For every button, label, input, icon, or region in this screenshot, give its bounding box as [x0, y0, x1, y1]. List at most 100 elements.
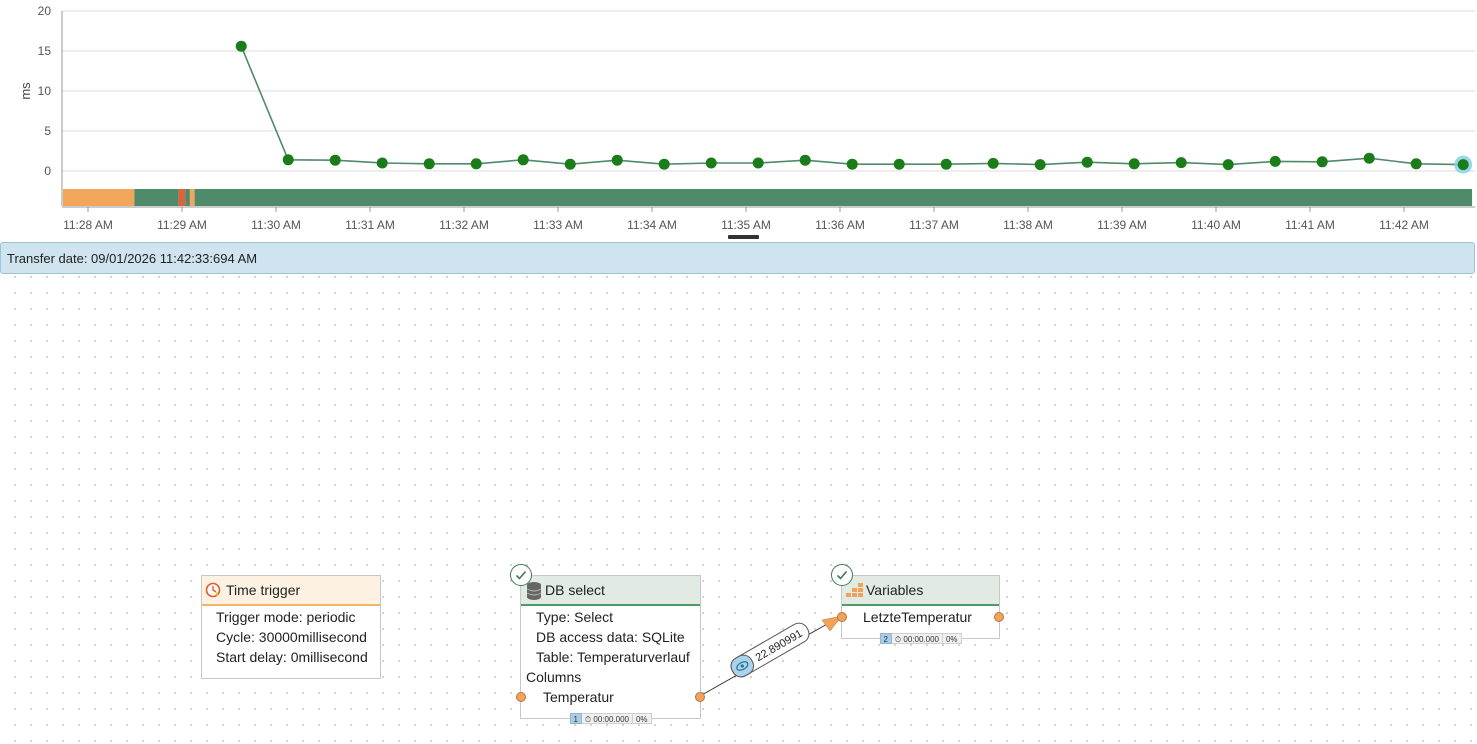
- selected-data-point[interactable]: [1457, 159, 1469, 171]
- data-point[interactable]: [329, 154, 341, 166]
- data-point[interactable]: [1269, 155, 1281, 167]
- trigger-mode-row: Trigger mode: periodic: [216, 609, 356, 625]
- data-point[interactable]: [1363, 152, 1375, 164]
- x-tick-label: 11:28 AM: [63, 218, 113, 232]
- check-circle-icon: [836, 570, 848, 580]
- data-point[interactable]: [1175, 157, 1187, 169]
- data-point[interactable]: [940, 158, 952, 170]
- data-point[interactable]: [1034, 159, 1046, 171]
- db-select-header[interactable]: DB select: [521, 576, 700, 606]
- y-tick-label: 5: [44, 124, 51, 138]
- data-point[interactable]: [846, 158, 858, 170]
- chart-series: [240, 45, 1464, 166]
- db-type-row: Type: Select: [536, 609, 614, 625]
- db-access-row: DB access data: SQLite: [536, 629, 685, 645]
- data-point[interactable]: [282, 154, 294, 166]
- x-tick-label: 11:32 AM: [439, 218, 489, 232]
- data-point[interactable]: [658, 158, 670, 170]
- db-select-exec-count: 1: [569, 713, 582, 724]
- data-point[interactable]: [987, 157, 999, 169]
- variables-stats: 2 ⏱ 00:00.000 0%: [879, 633, 962, 644]
- status-strip-segment: [178, 189, 186, 206]
- db-select-output-port[interactable]: [695, 692, 705, 702]
- data-point[interactable]: [517, 154, 529, 166]
- check-circle-icon: [515, 570, 527, 580]
- db-select-input-port[interactable]: [516, 692, 526, 702]
- variables-title: Variables: [866, 582, 924, 598]
- clock-trigger-icon: [205, 582, 221, 598]
- variables-input-port[interactable]: [837, 612, 847, 622]
- column-temperatur: Temperatur: [543, 689, 614, 705]
- db-select-exec-time-cell: ⏱ 00:00.000: [581, 713, 633, 724]
- x-tick-label: 11:37 AM: [909, 218, 959, 232]
- data-point[interactable]: [799, 154, 811, 166]
- chart-scroll-handle[interactable]: [728, 235, 759, 239]
- edge-value-badge: 22.890991: [730, 622, 810, 678]
- flow-canvas[interactable]: 22.890991 Time trigger Trigger mode: per…: [0, 275, 1477, 744]
- data-point[interactable]: [1128, 158, 1140, 170]
- data-point[interactable]: [1410, 158, 1422, 170]
- db-select-status-badge: [510, 564, 532, 586]
- chart-points: [235, 40, 1473, 174]
- data-point[interactable]: [423, 158, 435, 170]
- x-tick-label: 11:31 AM: [345, 218, 395, 232]
- transfer-date-bar: Transfer date: 09/01/2026 11:42:33:694 A…: [0, 242, 1475, 274]
- chart-svg: 20 15 10 5 0 11:28 AM 11:29 AM 11:30 AM 11:31 A…: [18, 4, 1475, 239]
- y-tick-label: 0: [44, 164, 51, 178]
- data-point[interactable]: [752, 157, 764, 169]
- db-select-node[interactable]: DB select Type: Select DB access data: S…: [510, 564, 705, 724]
- x-tick-label: 11:29 AM: [157, 218, 207, 232]
- data-point[interactable]: [470, 158, 482, 170]
- db-select-title: DB select: [545, 582, 605, 598]
- x-tick-label: 11:34 AM: [627, 218, 677, 232]
- data-point[interactable]: [893, 158, 905, 170]
- y-tick-label: 20: [38, 4, 52, 18]
- x-tick-labels: 11:28 AM 11:29 AM 11:30 AM 11:31 AM 11:32 AM…: [63, 207, 1429, 232]
- data-point[interactable]: [611, 154, 623, 166]
- db-table-row: Table: Temperaturverlauf: [536, 649, 690, 665]
- variables-exec-percent: 0%: [942, 633, 962, 644]
- variables-exec-time: 00:00.000: [903, 635, 939, 644]
- status-strip-segment: [63, 189, 135, 206]
- variables-output-port[interactable]: [994, 612, 1004, 622]
- time-trigger-node[interactable]: Time trigger Trigger mode: periodic Cycl…: [201, 575, 381, 679]
- variable-letzte-temperatur: LetzteTemperatur: [863, 609, 972, 625]
- data-point[interactable]: [1316, 156, 1328, 168]
- y-axis-label: ms: [18, 82, 33, 100]
- variables-node[interactable]: Variables LetzteTemperatur 2 ⏱ 00:00.000…: [831, 564, 1004, 644]
- chart-grid: [61, 10, 1475, 208]
- y-tick-label: 10: [38, 84, 52, 98]
- db-select-exec-percent: 0%: [632, 713, 652, 724]
- x-tick-label: 11:41 AM: [1285, 218, 1335, 232]
- transfer-date-text: Transfer date: 09/01/2026 11:42:33:694 A…: [7, 251, 258, 266]
- data-point[interactable]: [235, 40, 247, 52]
- data-point[interactable]: [705, 157, 717, 169]
- data-point[interactable]: [1081, 156, 1093, 168]
- db-select-stats: 1 ⏱ 00:00.000 0%: [569, 713, 652, 724]
- database-icon: [525, 581, 543, 601]
- variables-exec-count: 2: [879, 633, 892, 644]
- cycle-row: Cycle: 30000millisecond: [216, 629, 367, 645]
- stopwatch-icon: ⏱: [584, 715, 594, 724]
- x-tick-label: 11:36 AM: [815, 218, 865, 232]
- variables-status-badge: [831, 564, 853, 586]
- x-tick-label: 11:42 AM: [1379, 218, 1429, 232]
- response-time-chart: 20 15 10 5 0 11:28 AM 11:29 AM 11:30 AM 11:31 A…: [0, 0, 1477, 242]
- time-trigger-header[interactable]: Time trigger: [202, 576, 380, 606]
- status-strip-segment: [194, 189, 1473, 206]
- status-strip-segment: [134, 189, 179, 206]
- status-strip-segment: [189, 189, 195, 206]
- data-point[interactable]: [564, 158, 576, 170]
- status-strip-segment: [185, 189, 190, 206]
- data-point[interactable]: [1222, 159, 1234, 171]
- x-tick-label: 11:35 AM: [721, 218, 771, 232]
- stopwatch-icon: ⏱: [894, 635, 904, 644]
- data-point[interactable]: [376, 157, 388, 169]
- y-tick-labels: 20 15 10 5 0: [38, 4, 52, 178]
- series-line: [240, 45, 1464, 166]
- variables-exec-time-cell: ⏱ 00:00.000: [891, 633, 943, 644]
- variables-header[interactable]: Variables: [842, 576, 999, 606]
- x-tick-label: 11:33 AM: [533, 218, 583, 232]
- x-tick-label: 11:38 AM: [1003, 218, 1053, 232]
- x-tick-label: 11:39 AM: [1097, 218, 1147, 232]
